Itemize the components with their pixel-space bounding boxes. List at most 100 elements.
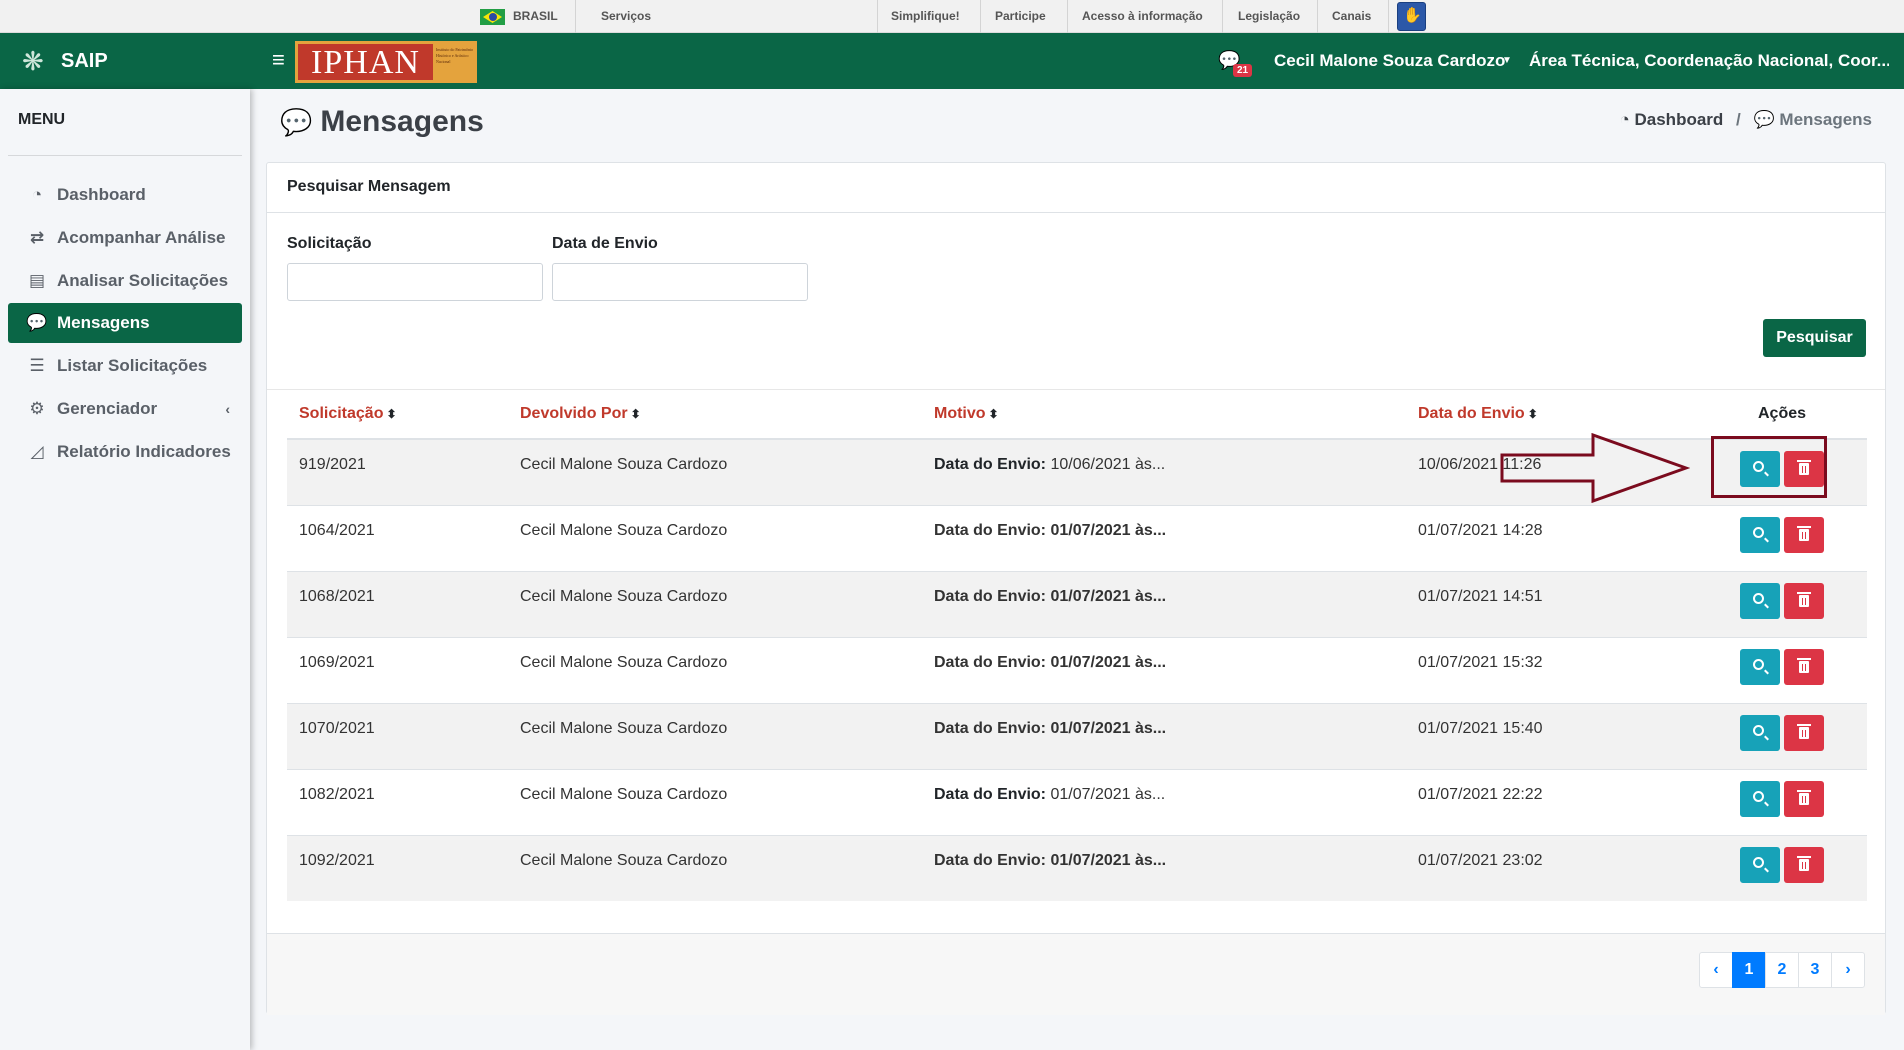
view-button[interactable] — [1740, 648, 1780, 685]
sidebar: MENU ◔ Dashboard ⇄ Acompanhar Análise ▤ … — [0, 89, 250, 1050]
delete-button[interactable] — [1784, 780, 1824, 817]
accessibility-icon[interactable] — [1397, 2, 1426, 31]
page-title-text: Mensagens — [320, 105, 484, 138]
view-button[interactable] — [1740, 714, 1780, 751]
solicitacao-input[interactable] — [287, 263, 543, 301]
cell-solicitacao: 1092/2021 — [287, 834, 508, 901]
sidebar-item-mensagens[interactable]: 💬 Mensagens — [8, 303, 242, 343]
cell-motivo: Data do Envio: 01/07/2021 às... — [922, 570, 1406, 637]
motivo-value: 01/07/2021 às... — [1050, 785, 1166, 803]
column-solicitacao[interactable]: Solicitação ⬍ — [287, 389, 508, 440]
delete-button[interactable] — [1784, 846, 1824, 883]
card-footer: ‹ 1 2 3 › — [267, 933, 1885, 1015]
gov-bar: BRASIL Serviços Simplifique! Participe A… — [0, 0, 1904, 33]
search-icon — [1753, 724, 1764, 736]
view-button[interactable] — [1740, 780, 1780, 817]
delete-button[interactable] — [1784, 648, 1824, 685]
motivo-value: 01/07/2021 às... — [1050, 521, 1167, 539]
column-devolvido-por[interactable]: Devolvido Por ⬍ — [508, 389, 922, 440]
sidebar-item-analisar-solicitacoes[interactable]: ▤ Analisar Solicitações — [8, 261, 242, 301]
trash-icon — [1797, 591, 1811, 607]
hamburger-menu-icon[interactable]: ≡ — [272, 48, 285, 72]
sidebar-item-label: Relatório Indicadores — [57, 442, 231, 461]
column-data-envio[interactable]: Data do Envio ⬍ — [1406, 389, 1697, 440]
table-row: 1092/2021 Cecil Malone Souza Cardozo Dat… — [287, 834, 1867, 901]
dashboard-small-icon: ◔ — [1619, 110, 1630, 129]
brand[interactable]: ❋ SAIP — [0, 33, 250, 89]
trash-icon — [1797, 657, 1811, 673]
view-button[interactable] — [1740, 846, 1780, 883]
data-envio-label: Data de Envio — [552, 235, 658, 252]
search-icon — [1753, 856, 1764, 868]
pagination: ‹ 1 2 3 › — [1699, 952, 1865, 988]
delete-button[interactable] — [1784, 516, 1824, 553]
cell-acoes — [1697, 504, 1867, 571]
user-menu[interactable]: Cecil Malone Souza Cardozo — [1274, 33, 1505, 89]
motivo-label: Data do Envio: — [934, 456, 1047, 473]
trash-icon — [1797, 789, 1811, 805]
cell-motivo: Data do Envio: 10/06/2021 às... — [922, 438, 1406, 505]
cell-devolvido-por: Cecil Malone Souza Cardozo — [508, 636, 922, 703]
sidebar-item-acompanhar-analise[interactable]: ⇄ Acompanhar Análise — [8, 218, 242, 258]
view-button[interactable] — [1740, 582, 1780, 619]
gov-link-canais[interactable]: Canais — [1332, 0, 1371, 33]
cell-data-envio: 01/07/2021 15:32 — [1406, 636, 1697, 703]
sidebar-item-label: Listar Solicitações — [57, 356, 208, 375]
sidebar-item-label: Analisar Solicitações — [57, 271, 229, 290]
cell-motivo: Data do Envio: 01/07/2021 às... — [922, 504, 1406, 571]
pagination-page-3[interactable]: 3 — [1798, 952, 1832, 988]
cogs-icon: ⚙ — [29, 399, 45, 418]
motivo-label: Data do Envio: — [934, 653, 1047, 671]
department-label[interactable]: Área Técnica, Coordenação Nacional, Coor… — [1529, 33, 1889, 89]
data-envio-input[interactable] — [552, 263, 808, 301]
search-button[interactable]: Pesquisar — [1763, 319, 1866, 357]
sidebar-item-label: Gerenciador — [57, 399, 158, 418]
view-button[interactable] — [1740, 516, 1780, 553]
table-row: 1064/2021 Cecil Malone Souza Cardozo Dat… — [287, 504, 1867, 571]
cell-acoes — [1697, 768, 1867, 835]
cell-acoes — [1697, 834, 1867, 901]
gov-country-link[interactable]: BRASIL — [513, 0, 558, 33]
delete-button[interactable] — [1784, 582, 1824, 619]
breadcrumb-dashboard[interactable]: Dashboard — [1635, 110, 1724, 129]
column-motivo[interactable]: Motivo ⬍ — [922, 389, 1406, 440]
cell-devolvido-por: Cecil Malone Souza Cardozo — [508, 834, 922, 901]
gov-link-simplifique[interactable]: Simplifique! — [891, 0, 960, 33]
column-label: Motivo — [934, 404, 986, 422]
sidebar-item-relatorio-indicadores[interactable]: ◿ Relatório Indicadores — [8, 432, 242, 472]
sort-icon: ⬍ — [988, 406, 999, 421]
motivo-label: Data do Envio: — [934, 785, 1047, 803]
pagination-page-1[interactable]: 1 — [1732, 952, 1766, 988]
gov-link-servicos[interactable]: Serviços — [601, 0, 651, 33]
pagination-page-2[interactable]: 2 — [1765, 952, 1799, 988]
gov-link-acesso[interactable]: Acesso à informação — [1082, 0, 1203, 33]
motivo-label: Data do Envio: — [934, 719, 1047, 737]
cell-data-envio: 01/07/2021 23:02 — [1406, 834, 1697, 901]
breadcrumb-current: Mensagens — [1779, 110, 1872, 129]
pagination-next[interactable]: › — [1831, 952, 1865, 988]
iphan-logo-text: IPHAN — [298, 44, 433, 81]
caret-down-icon[interactable]: ▼ — [1502, 33, 1512, 89]
iphan-logo-subtext: Instituto do Patrimônio Histórico e Artí… — [436, 47, 474, 64]
sidebar-item-label: Dashboard — [57, 185, 146, 204]
breadcrumb-separator: / — [1736, 110, 1741, 129]
motivo-value: 01/07/2021 às... — [1050, 851, 1167, 869]
annotation-arrow — [1500, 433, 1690, 503]
comments-small-icon: 💬 — [1753, 110, 1775, 129]
solicitacao-label: Solicitação — [287, 235, 372, 252]
pagination-prev[interactable]: ‹ — [1699, 952, 1733, 988]
gov-link-participe[interactable]: Participe — [995, 0, 1046, 33]
motivo-label: Data do Envio: — [934, 521, 1047, 539]
comments-icon: 💬 — [280, 107, 313, 137]
sidebar-item-listar-solicitacoes[interactable]: ☰ Listar Solicitações — [8, 346, 242, 386]
delete-button[interactable] — [1784, 714, 1824, 751]
sidebar-item-gerenciador[interactable]: ⚙ Gerenciador ‹ — [8, 389, 242, 429]
cell-acoes — [1697, 570, 1867, 637]
gov-link-legislacao[interactable]: Legislação — [1238, 0, 1300, 33]
motivo-label: Data do Envio: — [934, 851, 1047, 869]
card-header: Pesquisar Mensagem — [267, 163, 1885, 213]
search-icon — [1753, 658, 1764, 670]
cell-solicitacao: 1069/2021 — [287, 636, 508, 703]
sidebar-item-dashboard[interactable]: ◔ Dashboard — [8, 175, 242, 215]
comments-icon: 💬 — [26, 313, 48, 332]
